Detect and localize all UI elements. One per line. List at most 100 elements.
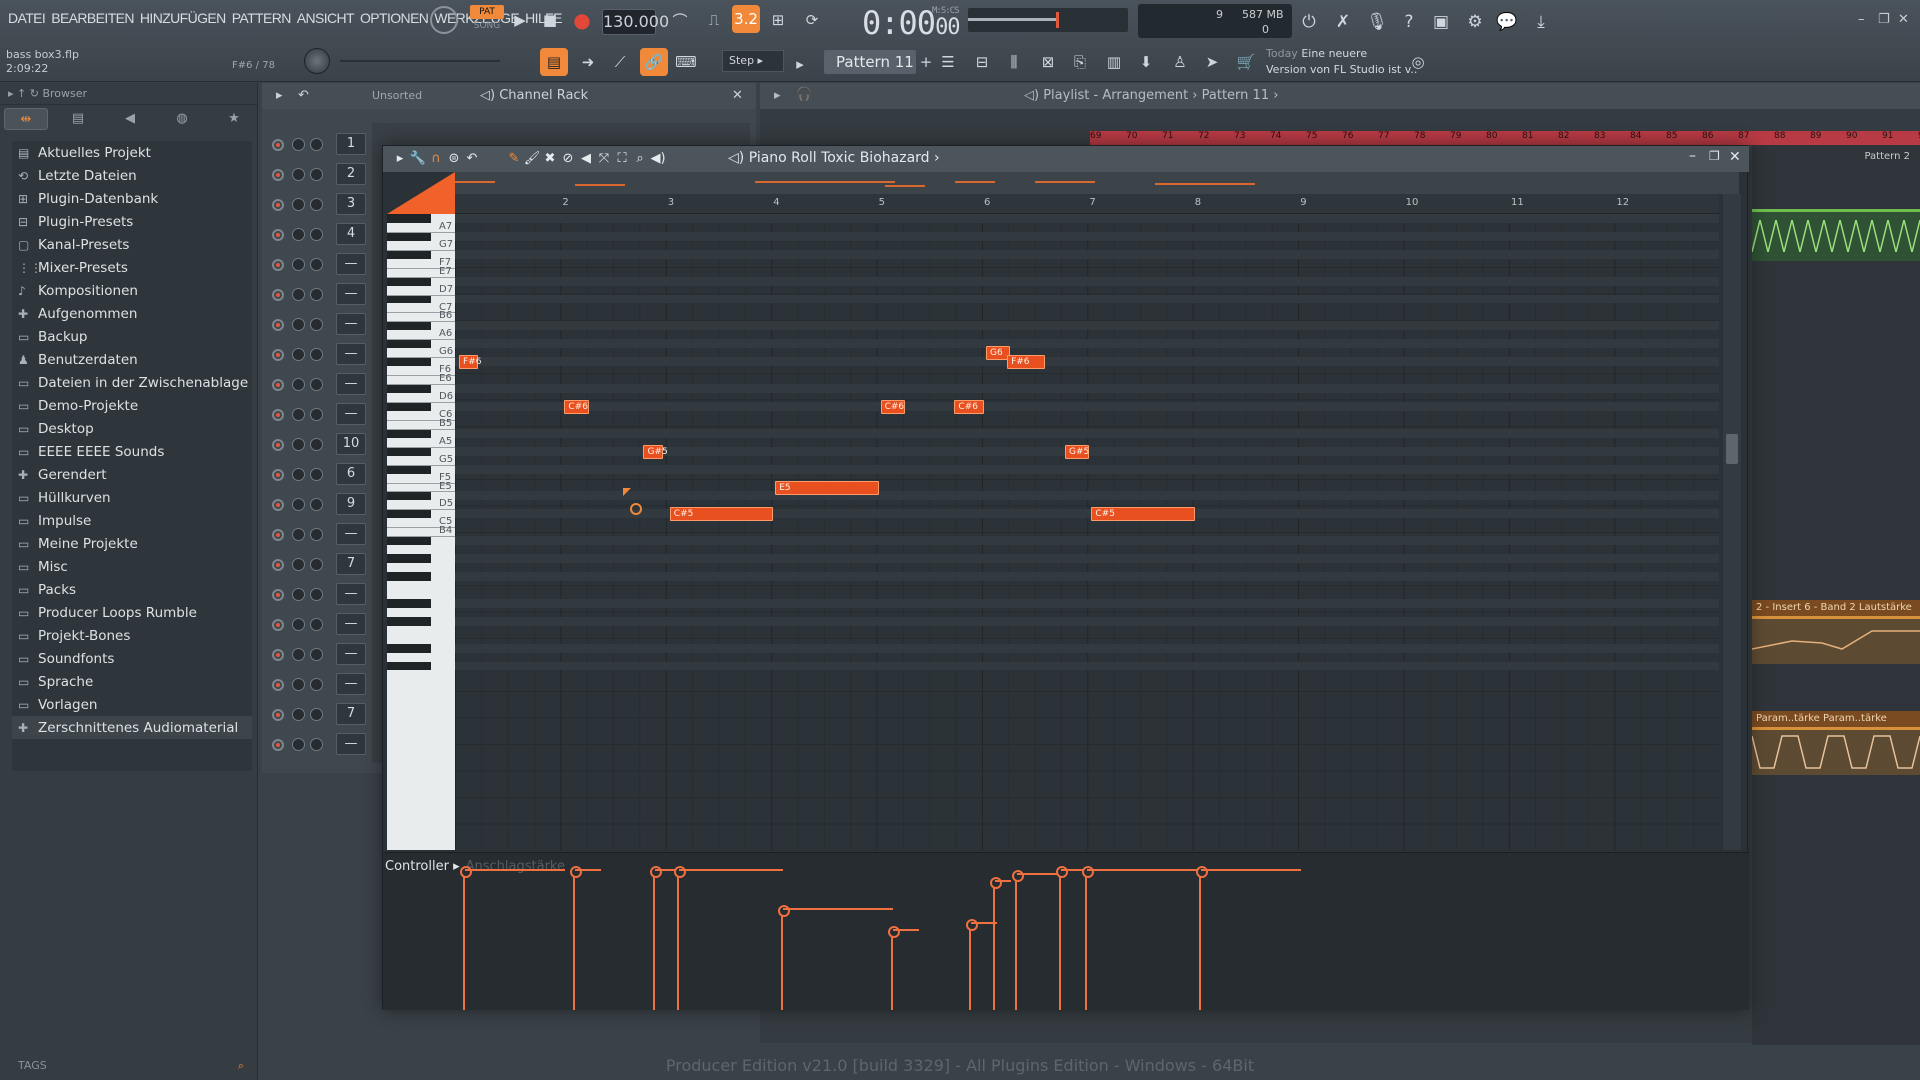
playlist-view-icon[interactable]: ☰ [934,48,962,76]
channel-pan-knob[interactable] [292,318,305,331]
black-key[interactable] [387,447,431,456]
channel-volume-knob[interactable] [310,498,323,511]
channel-led[interactable] [272,589,284,601]
channel-volume-knob[interactable] [310,138,323,151]
mixer-track-number[interactable]: — [336,313,366,335]
mixer-track-number[interactable]: — [336,523,366,545]
velocity-bar[interactable] [891,930,893,1010]
automation-clip-label[interactable]: 2 - Insert 6 - Band 2 Lautstärke [1752,600,1920,616]
rack-close-icon[interactable]: ✕ [732,88,743,103]
snap-selector[interactable]: Step ▸ [722,50,784,72]
black-key[interactable] [387,554,431,563]
pr-slice-icon[interactable]: ⤧ [595,150,613,168]
menu-optionen[interactable]: OPTIONEN [360,10,428,26]
save-icon[interactable]: ▣ [1428,9,1454,35]
browser-tab-plugin[interactable]: ◍ [160,108,204,130]
step-edit-icon[interactable]: ⊞ [764,6,792,34]
browser-tab-project[interactable]: ▤ [56,108,100,130]
channel-pan-knob[interactable] [292,738,305,751]
black-key[interactable] [387,357,431,366]
channel-volume-knob[interactable] [310,168,323,181]
mixer-track-number[interactable]: 3 [336,193,366,215]
browser-item[interactable]: ▭ Desktop [12,417,252,440]
channel-volume-knob[interactable] [310,558,323,571]
channel-pan-knob[interactable] [292,468,305,481]
stop-icon[interactable]: ■ [536,6,564,34]
black-key[interactable] [387,277,431,286]
event-controller[interactable]: Controller ▸ Anschlagstärke [383,852,1749,1010]
channel-pan-knob[interactable] [292,588,305,601]
reset-icon[interactable]: ⏻ [1296,9,1322,35]
song-position-display[interactable]: 0:0000 M:S:CS [862,4,960,42]
chat-icon[interactable]: 💬 [1494,9,1520,35]
channel-led[interactable] [272,739,284,751]
piano-roll-overview[interactable] [455,172,1739,194]
channel-pan-knob[interactable] [292,408,305,421]
countdown-icon[interactable]: 3.2 [732,5,760,33]
channel-volume-knob[interactable] [310,198,323,211]
black-key[interactable] [387,599,431,608]
piano-roll-titlebar[interactable]: ▸ 🔧 ∩ ⊜ ↶ ✎ 🖌 ✖ ⊘ ◀ ⤧ ⛶ ⌕ ◀) ◁) Piano Ro… [383,146,1749,172]
channel-volume-knob[interactable] [310,408,323,421]
mixer-snap-icon[interactable]: ✗ [1330,9,1356,35]
piano-roll-icon[interactable]: ▤ [540,48,568,76]
controller-selector[interactable]: Controller ▸ Anschlagstärke [385,859,565,874]
pr-mute-icon[interactable]: ⊘ [559,150,577,168]
black-key[interactable] [387,572,431,581]
piano-roll-ruler[interactable]: 2 3 4 5 6 7 8 9 10 11 12 [455,194,1719,214]
record-icon[interactable]: ● [568,6,596,34]
browser-item[interactable]: ⊞ Plugin-Datenbank [12,187,252,210]
minimize-icon[interactable]: – [1858,12,1865,27]
note[interactable]: C#5 [1091,507,1194,521]
tool-figure-icon[interactable]: ♙ [1166,48,1194,76]
mixer-track-number[interactable]: — [336,733,366,755]
microphone-icon[interactable]: 🎙 [1364,9,1390,35]
mixer-track-number[interactable]: — [336,283,366,305]
pr-undo-icon[interactable]: ↶ [463,150,481,168]
globe-icon[interactable]: ◎ [1404,48,1432,76]
browser-item[interactable]: ♟ Benutzerdaten [12,348,252,371]
browser-item[interactable]: ▭ Dateien in der Zwischenablage [12,371,252,394]
browser-item[interactable]: ▭ EEEE EEEE Sounds [12,440,252,463]
black-key[interactable] [387,429,431,438]
black-key[interactable] [387,214,431,223]
channel-pan-knob[interactable] [292,168,305,181]
rack-undo-icon[interactable]: ↶ [298,88,309,103]
pat-mode[interactable]: PAT [470,5,504,19]
browser-item[interactable]: ▭ Sprache [12,670,252,693]
plugin-icon[interactable]: ⚙ [1462,9,1488,35]
channel-pan-knob[interactable] [292,528,305,541]
play-icon[interactable]: ▶ [506,6,534,34]
mixer-track-number[interactable]: 7 [336,553,366,575]
velocity-bar[interactable] [1015,874,1017,1010]
black-key[interactable] [387,662,431,671]
wait-input-icon[interactable]: ⎍ [700,6,728,34]
pr-delete-icon[interactable]: ✖ [541,150,559,168]
note-grid[interactable]: F#6 C#6 G#5 E5 C#5 C#6 C#6 G6 F#6 G#5 C#5 [455,214,1719,850]
channel-pan-knob[interactable] [292,138,305,151]
channel-led[interactable] [272,199,284,211]
velocity-bar[interactable] [969,923,971,1010]
mixer-track-number[interactable]: 1 [336,133,366,155]
browser-item[interactable]: ♪ Kompositionen [12,279,252,302]
pr-menu-icon[interactable]: ▸ [391,150,409,168]
menu-ansicht[interactable]: ANSICHT [297,10,354,26]
channel-led[interactable] [272,679,284,691]
channel-led[interactable] [272,169,284,181]
mixer-track-number[interactable]: — [336,403,366,425]
link-icon[interactable]: 🔗 [640,48,668,76]
note[interactable]: F#6 [459,355,478,369]
rack-sort[interactable]: Unsorted [372,89,422,102]
mixer-track-number[interactable]: 10 [336,433,366,455]
mixer-track-number[interactable]: — [336,373,366,395]
pr-playback-icon[interactable]: ◀) [649,150,667,168]
channel-led[interactable] [272,289,284,301]
mixer-track-number[interactable]: — [336,643,366,665]
browser-tab-speaker[interactable]: ◀ [108,108,152,130]
shop-icon[interactable]: 🛒 [1232,48,1260,76]
channel-volume-knob[interactable] [310,648,323,661]
browser-item[interactable]: ✚ Zerschnittenes Audiomaterial [12,716,252,739]
pr-maximize-icon[interactable]: ❐ [1709,149,1720,163]
playlist-ruler[interactable]: 69 70 71 72 73 74 75 76 77 78 79 80 81 82 83 84 85 86 87 88… [1090,131,1920,145]
channel-pan-knob[interactable] [292,288,305,301]
